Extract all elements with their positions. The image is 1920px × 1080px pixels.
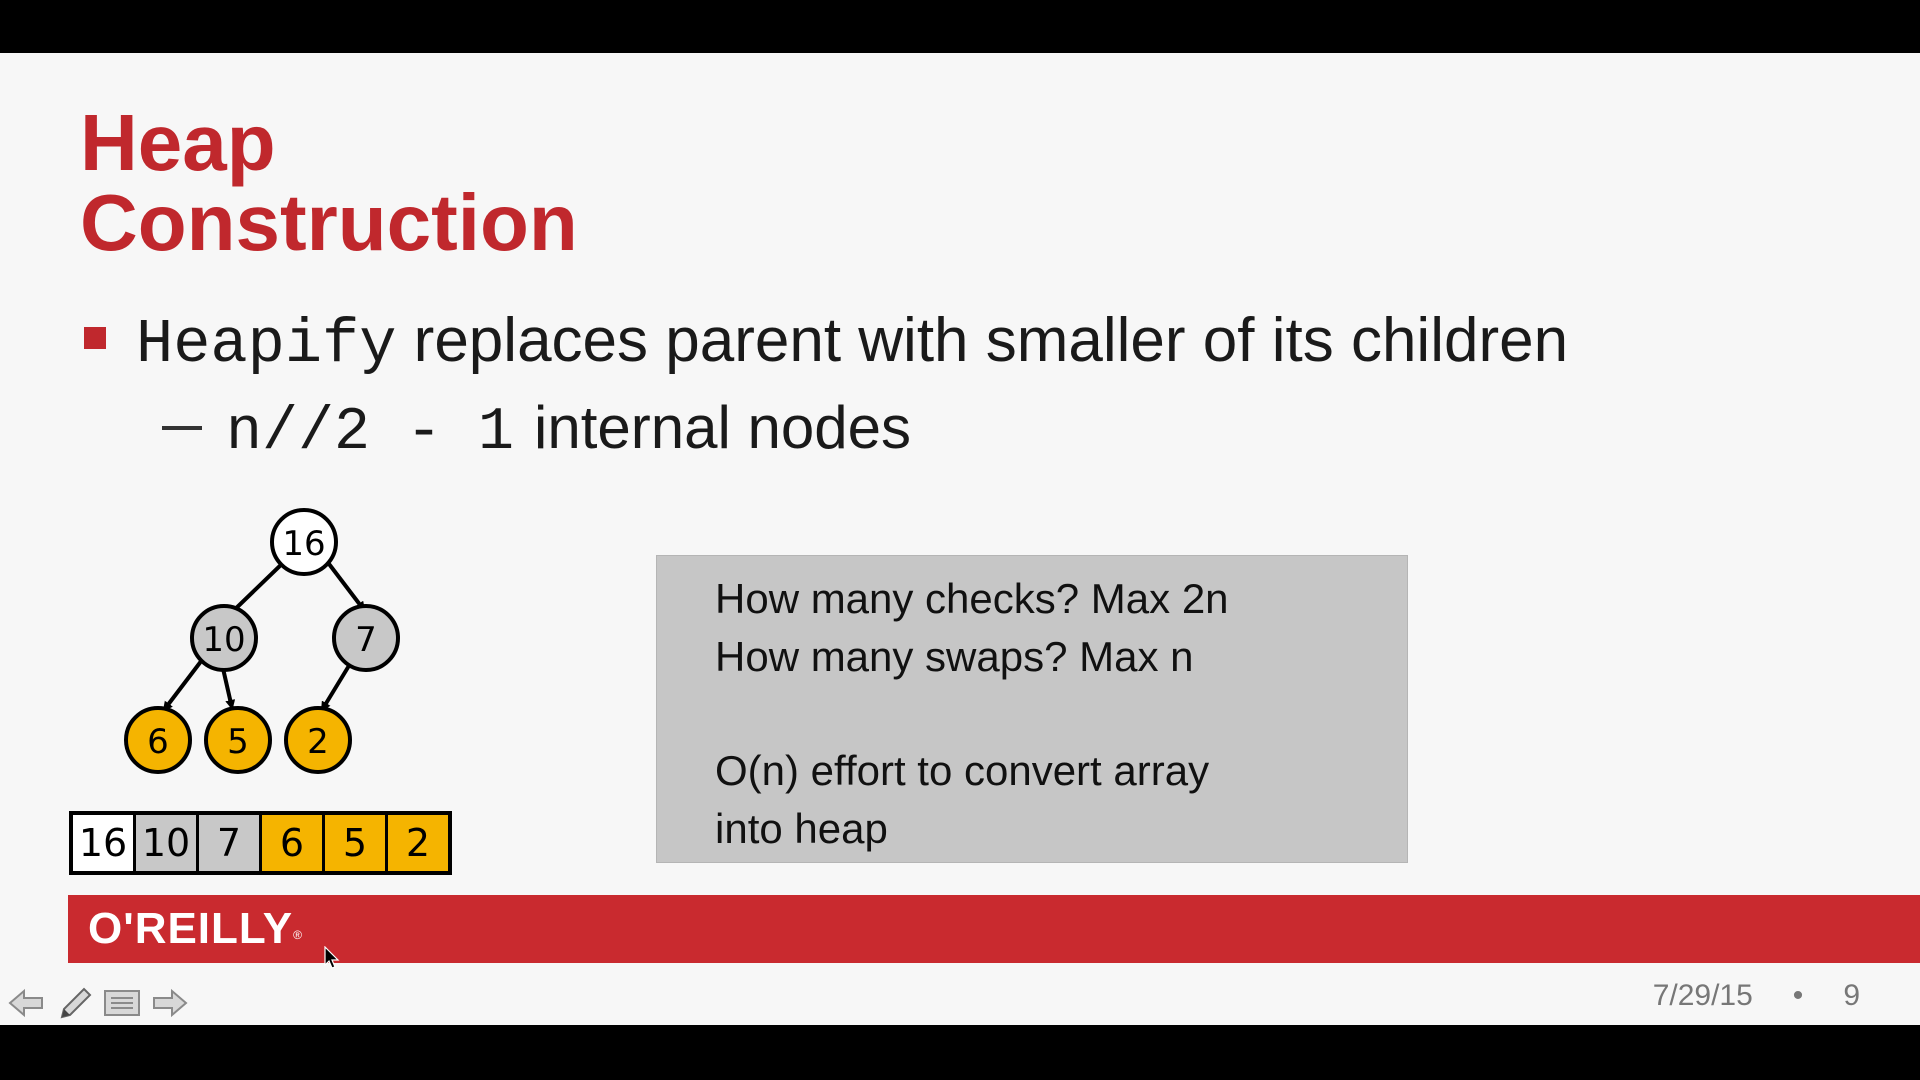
tree-node-5: 5 — [204, 706, 272, 774]
tree-node-7: 7 — [332, 604, 400, 672]
brand-footer-strip: O'REILLY® — [68, 895, 1920, 963]
tree-node-2-label: 2 — [307, 722, 329, 762]
letterbox-bottom — [0, 1025, 1920, 1080]
heap-array: 16 10 7 6 5 2 — [69, 811, 452, 875]
slide-title-line2: Construction — [80, 178, 578, 267]
slide-title: Heap Construction — [80, 103, 578, 263]
sub-bullet-text: internal nodes — [534, 394, 911, 461]
array-cell: 6 — [262, 815, 325, 871]
note-line-swaps: How many swaps? Max n — [715, 633, 1194, 680]
arrow-right-icon[interactable] — [150, 983, 190, 1023]
slide-date: 7/29/15 — [1652, 979, 1753, 1012]
pen-icon[interactable] — [54, 983, 94, 1023]
array-cell: 5 — [325, 815, 388, 871]
sub-bullet-item: n//2 - 1 internal nodes — [162, 393, 911, 473]
presentation-slide: Heap Construction Heapify replaces paren… — [0, 53, 1920, 1025]
slide-page-number: 9 — [1843, 979, 1860, 1012]
note-line-heap: into heap — [715, 805, 888, 852]
oreilly-logo: O'REILLY® — [88, 903, 303, 955]
sub-bullet-code: n//2 - 1 — [226, 399, 515, 467]
menu-icon[interactable] — [102, 983, 142, 1023]
arrow-left-icon[interactable] — [6, 983, 46, 1023]
slide-title-line1: Heap — [80, 98, 276, 187]
array-cell: 16 — [73, 815, 136, 871]
tree-node-root-label: 16 — [282, 524, 325, 564]
tree-node-7-label: 7 — [355, 620, 377, 660]
tree-node-5-label: 5 — [227, 722, 249, 762]
edge-7-left — [320, 662, 352, 712]
slideshow-controls — [6, 983, 190, 1023]
note-line-checks: How many checks? Max 2n — [715, 575, 1229, 622]
brand-name: O'REILLY — [88, 904, 294, 953]
note-line-effort: O(n) effort to convert array — [715, 747, 1210, 794]
array-cell: 10 — [136, 815, 199, 871]
bullet-description: replaces parent with smaller of its chil… — [396, 306, 1569, 375]
brand-registered-mark: ® — [293, 928, 303, 942]
footer-separator: • — [1792, 979, 1804, 1012]
note-callout: How many checks? Max 2n How many swaps? … — [656, 555, 1408, 863]
tree-node-root: 16 — [270, 508, 338, 576]
bullet-code: Heapify — [136, 309, 397, 380]
slide-footer-info: 7/29/15 • 9 — [1653, 979, 1860, 1013]
sub-bullet-dash — [162, 426, 202, 431]
heap-tree-diagram: 16 10 7 6 5 2 — [124, 508, 400, 774]
bullet-text: Heapify replaces parent with smaller of … — [136, 301, 1568, 385]
tree-node-10: 10 — [190, 604, 258, 672]
tree-node-10-label: 10 — [202, 620, 245, 660]
tree-node-6-label: 6 — [147, 722, 169, 762]
letterbox-top — [0, 0, 1920, 53]
edge-10-left — [162, 658, 204, 712]
array-cell: 7 — [199, 815, 262, 871]
tree-node-2: 2 — [284, 706, 352, 774]
edge-root-right — [324, 558, 366, 612]
bullet-marker — [84, 327, 106, 349]
note-spacer — [715, 686, 1407, 742]
tree-node-6: 6 — [124, 706, 192, 774]
array-cell: 2 — [388, 815, 448, 871]
mouse-pointer-icon — [324, 946, 340, 969]
